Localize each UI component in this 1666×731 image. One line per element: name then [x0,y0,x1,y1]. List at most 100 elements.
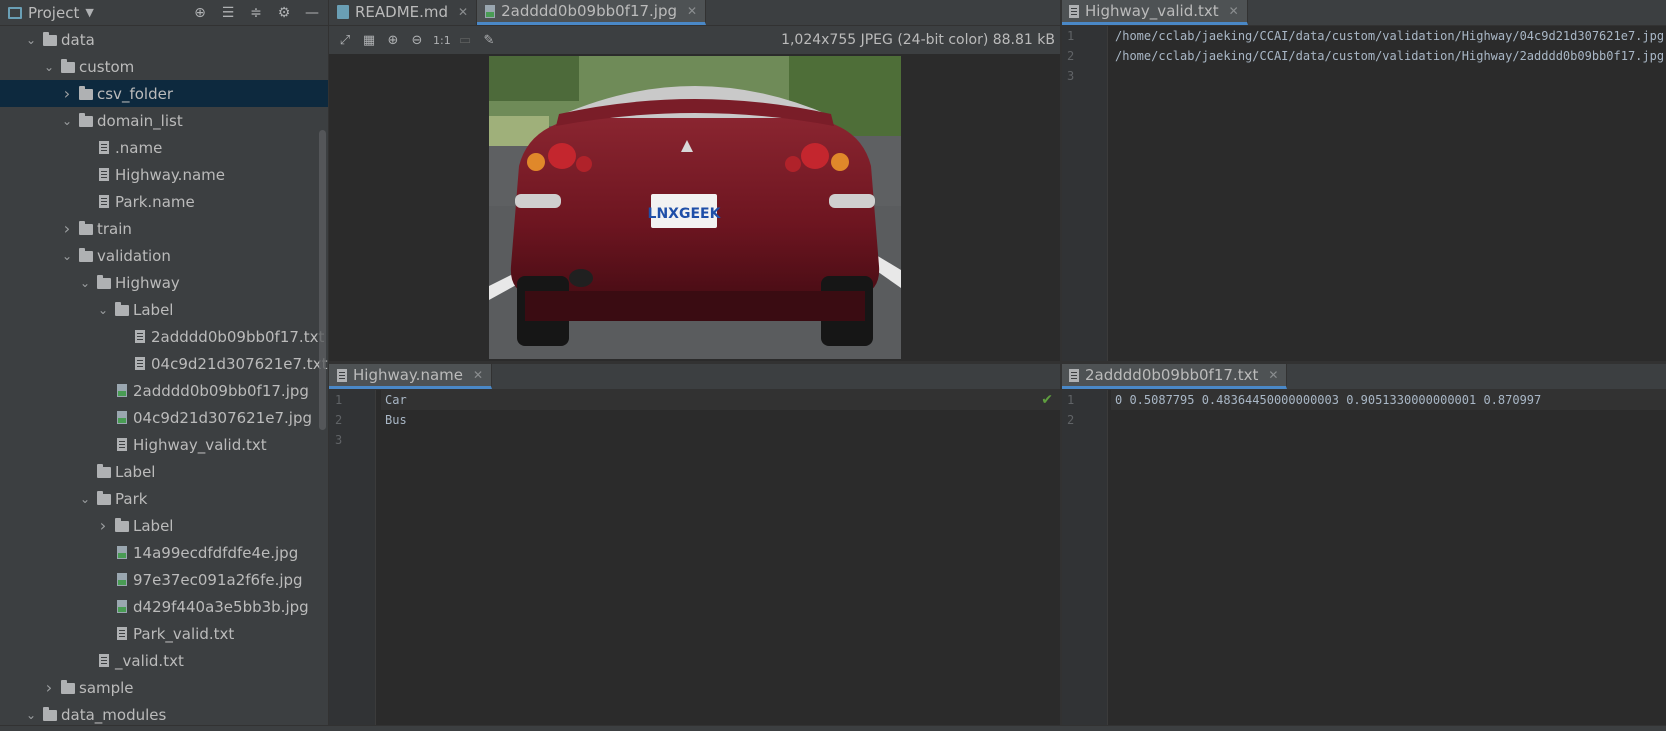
tree-item[interactable]: ⌄ custom [0,53,328,80]
tree-item[interactable]: › train [0,215,328,242]
tree-item[interactable]: ⌄ data_modules [0,701,328,728]
chevron-down-icon[interactable]: ⌄ [60,114,74,128]
highway-name-editor[interactable]: 1 2 3 Car Bus ✔ [329,390,1061,725]
tree-item[interactable]: ⌄ Highway [0,269,328,296]
chevron-right-icon[interactable]: › [60,84,74,103]
code-line-current[interactable]: Car [381,390,1061,410]
tree-item[interactable]: 04c9d21d307621e7.txt [0,350,328,377]
tree-item[interactable]: Highway_valid.txt [0,431,328,458]
grid-icon[interactable]: ▦ [361,33,377,48]
image-canvas[interactable]: LNXGEEK [329,54,1061,361]
tab-label: Highway_valid.txt [1085,1,1219,20]
code-line[interactable]: /home/cclab/jaeking/CCAI/data/custom/val… [1111,46,1666,66]
tree-item-label: train [97,219,132,238]
actual-size-icon[interactable]: 1:1 [433,34,451,47]
image-file-icon [114,544,130,562]
folder-icon [42,31,58,49]
line-gutter: 1 2 3 [329,390,376,725]
chevron-down-icon[interactable]: ⌄ [24,33,38,47]
tab-highway-name[interactable]: Highway.name ✕ [329,363,493,389]
collapse-all-icon[interactable]: ≑ [248,5,264,21]
tree-item[interactable]: _valid.txt [0,647,328,674]
tree-item[interactable]: › csv_folder [0,80,328,107]
folder-icon [60,58,76,76]
zoom-in-icon[interactable]: ⊕ [385,33,401,48]
tree-item[interactable]: Park.name [0,188,328,215]
close-icon[interactable]: ✕ [1268,368,1278,382]
tree-scrollbar[interactable] [319,130,326,430]
markdown-file-icon [337,5,349,19]
tree-item[interactable]: Label [0,458,328,485]
tree-item-label: .name [115,138,163,157]
tree-item[interactable]: Park_valid.txt [0,620,328,647]
names-tabbar: Highway.name ✕ [329,363,1061,390]
inspection-ok-icon[interactable]: ✔ [1041,392,1053,408]
line-number: 2 [1067,49,1075,63]
label-editor[interactable]: 1 2 0 0.5087795 0.48364450000000003 0.90… [1061,390,1666,725]
zoom-out-icon[interactable]: ⊖ [409,33,425,48]
tree-item[interactable]: 2adddd0b09bb0f17.jpg [0,377,328,404]
code-area[interactable]: Car Bus [381,390,1061,450]
text-file-icon [1069,369,1079,382]
text-file-icon [96,139,112,157]
tree-item[interactable]: ⌄ data [0,26,328,53]
chevron-down-icon[interactable]: ⌄ [78,276,92,290]
tab-highway-valid[interactable]: Highway_valid.txt ✕ [1061,0,1248,25]
color-picker-icon[interactable]: ✎ [481,33,497,48]
project-view-selector[interactable]: Project ▼ [8,4,94,22]
tree-item[interactable]: Highway.name [0,161,328,188]
expand-all-icon[interactable]: ☰ [220,5,236,21]
tree-item[interactable]: › sample [0,674,328,701]
tree-item-label: 97e37ec091a2f6fe.jpg [133,570,303,589]
folder-icon [96,490,112,508]
close-icon[interactable]: ✕ [458,5,468,19]
chevron-down-icon[interactable]: ⌄ [96,303,110,317]
icon-shape [79,247,93,262]
background-icon[interactable]: ▭ [457,33,473,48]
code-line[interactable] [1111,410,1666,430]
code-line[interactable]: /home/cclab/jaeking/CCAI/data/custom/val… [1111,26,1666,46]
tree-item[interactable]: .name [0,134,328,161]
code-area[interactable]: /home/cclab/jaeking/CCAI/data/custom/val… [1111,26,1666,86]
tab-image[interactable]: 2adddd0b09bb0f17.jpg ✕ [477,0,707,25]
tree-item[interactable]: 14a99ecdfdfdfe4e.jpg [0,539,328,566]
hide-icon[interactable]: — [304,5,320,21]
tree-item[interactable]: ⌄ Label [0,296,328,323]
chevron-right-icon[interactable]: › [96,516,110,535]
code-line[interactable] [381,430,1061,450]
tree-item-label: data_modules [61,705,167,724]
tree-item[interactable]: ⌄ Park [0,485,328,512]
chevron-down-icon[interactable]: ⌄ [42,60,56,74]
tree-item[interactable]: d429f440a3e5bb3b.jpg [0,593,328,620]
tree-item[interactable]: ⌄ validation [0,242,328,269]
code-line[interactable] [1111,66,1666,86]
tab-label: 2adddd0b09bb0f17.txt [1085,365,1259,384]
icon-shape [97,274,111,289]
code-line[interactable]: Bus [381,410,1061,430]
status-bar [0,725,1666,731]
chevron-down-icon[interactable]: ⌄ [60,249,74,263]
close-icon[interactable]: ✕ [473,368,483,382]
tree-item[interactable]: ⌄ domain_list [0,107,328,134]
globe-icon[interactable]: ⊕ [192,5,208,21]
tree-item[interactable]: 2adddd0b09bb0f17.txt [0,323,328,350]
code-area[interactable]: 0 0.5087795 0.48364450000000003 0.905133… [1111,390,1666,430]
fit-icon[interactable]: ⤢ [337,33,353,48]
tree-item[interactable]: 97e37ec091a2f6fe.jpg [0,566,328,593]
code-line-current[interactable]: 0 0.5087795 0.48364450000000003 0.905133… [1111,390,1666,410]
chevron-right-icon[interactable]: › [42,678,56,697]
icon-shape [79,112,93,127]
close-icon[interactable]: ✕ [687,4,697,18]
tab-readme[interactable]: README.md ✕ [329,0,478,25]
highway-valid-editor[interactable]: 1 2 3 /home/cclab/jaeking/CCAI/data/cust… [1061,26,1666,361]
chevron-down-icon[interactable]: ⌄ [24,708,38,722]
tree-item-label: Label [133,300,174,319]
chevron-down-icon[interactable]: ⌄ [78,492,92,506]
tree-item[interactable]: 04c9d21d307621e7.jpg [0,404,328,431]
horizontal-splitter[interactable] [329,361,1666,364]
chevron-right-icon[interactable]: › [60,219,74,238]
close-icon[interactable]: ✕ [1229,4,1239,18]
tab-label-txt[interactable]: 2adddd0b09bb0f17.txt ✕ [1061,363,1288,389]
tree-item[interactable]: › Label [0,512,328,539]
gear-icon[interactable]: ⚙ [276,5,292,21]
